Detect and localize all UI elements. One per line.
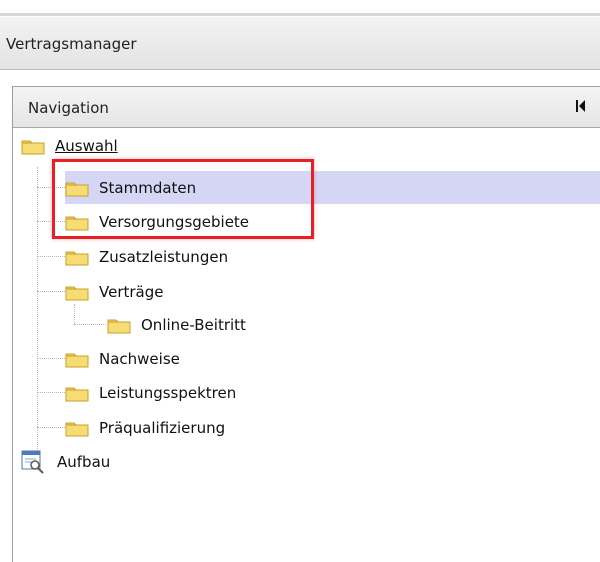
tree-line-vertraege xyxy=(37,291,65,292)
folder-icon xyxy=(65,182,89,196)
tree-line-nachweise xyxy=(37,358,65,359)
tree-line-praequalifizierung xyxy=(37,427,65,428)
tree-line-zusatzleistungen xyxy=(37,256,65,257)
collapse-left-icon-svg xyxy=(576,100,585,112)
tree-line-versorgungsgebiete xyxy=(37,221,65,222)
tree-node-praequalifizierung[interactable]: Präqualifizierung xyxy=(65,411,365,444)
navigation-panel: Navigation Auswahl Stammdaten Versorgung… xyxy=(12,86,600,562)
folder-icon xyxy=(65,422,89,436)
tree-node-stammdaten[interactable]: Stammdaten xyxy=(65,171,600,204)
tree-node-label: Leistungsspektren xyxy=(99,383,237,402)
tree-line-leistungsspektren xyxy=(37,392,65,393)
collapse-bar xyxy=(576,100,578,112)
tree-node-label: Präqualifizierung xyxy=(99,418,226,437)
tree-node-leistungsspektren[interactable]: Leistungsspektren xyxy=(65,376,365,409)
tree-node-label: Zusatzleistungen xyxy=(99,247,229,266)
folder-icon xyxy=(65,251,89,265)
tree-node-versorgungsgebiete[interactable]: Versorgungsgebiete xyxy=(65,205,365,238)
folder-icon xyxy=(65,387,89,401)
tree-line-root-vertical xyxy=(37,167,38,457)
tree-line-stammdaten xyxy=(37,187,65,188)
navigation-title: Navigation xyxy=(28,99,109,117)
tree-node-online-beitritt[interactable]: Online-Beitritt xyxy=(107,308,367,341)
tree-node-label: Online-Beitritt xyxy=(141,315,246,334)
folder-icon xyxy=(107,319,131,333)
navigation-panel-header: Navigation xyxy=(13,87,600,128)
tree-node-label: Stammdaten xyxy=(99,178,197,197)
app-title: Vertragsmanager xyxy=(6,35,137,53)
tree-node-aufbau[interactable]: Aufbau xyxy=(21,445,321,478)
folder-icon xyxy=(65,353,89,367)
tree-node-label: Verträge xyxy=(99,282,164,301)
top-bar-divider xyxy=(0,13,600,16)
tree-node-zusatzleistungen[interactable]: Zusatzleistungen xyxy=(65,240,365,273)
tree-node-label: Aufbau xyxy=(57,452,111,471)
folder-icon xyxy=(65,216,89,230)
tree-node-label: Versorgungsgebiete xyxy=(99,212,250,231)
tree-node-vertraege[interactable]: Verträge xyxy=(65,275,365,308)
folder-icon xyxy=(21,140,45,154)
tree-node-label: Auswahl xyxy=(55,136,118,155)
collapse-arrow xyxy=(579,100,585,112)
collapse-left-icon[interactable] xyxy=(573,97,589,115)
tree-node-nachweise[interactable]: Nachweise xyxy=(65,342,365,375)
app-header: Vertragsmanager xyxy=(0,17,600,70)
top-bar xyxy=(0,0,600,14)
tree-node-auswahl[interactable]: Auswahl xyxy=(21,129,321,162)
navigation-tree: Auswahl Stammdaten Versorgungsgebiete Zu… xyxy=(13,128,600,558)
folder-icon xyxy=(65,286,89,300)
document-search-icon xyxy=(21,450,44,474)
tree-node-label: Nachweise xyxy=(99,349,180,368)
tree-line-online-beitritt xyxy=(74,324,106,325)
